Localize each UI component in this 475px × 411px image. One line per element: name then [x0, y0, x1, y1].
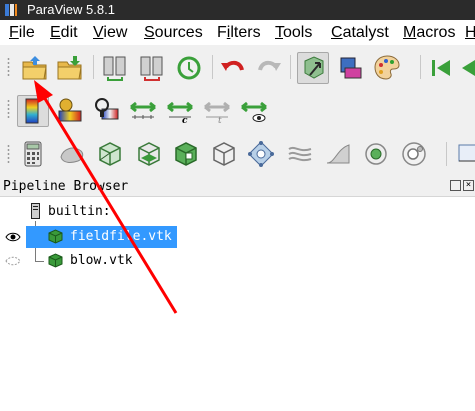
toolbar-grip[interactable] — [6, 144, 11, 164]
previous-frame-icon[interactable] — [458, 53, 475, 83]
menu-tools[interactable]: Tools — [275, 20, 312, 45]
window-title: ParaView 5.8.1 — [27, 2, 115, 17]
rescale-visible-data-icon[interactable] — [239, 95, 269, 125]
stream-tracer-icon[interactable] — [285, 139, 315, 169]
glyph-icon[interactable] — [246, 139, 276, 169]
warp-by-vector-icon[interactable] — [323, 139, 353, 169]
tree-item-label: blow.vtk — [70, 253, 133, 268]
chart-icon[interactable] — [455, 139, 475, 169]
pipeline-browser-header: Pipeline Browser × — [0, 177, 475, 197]
menu-macros[interactable]: Macros — [403, 20, 455, 45]
select-cells-icon[interactable] — [336, 53, 366, 83]
save-data-icon[interactable] — [55, 53, 85, 83]
menu-catalyst[interactable]: Catalyst — [331, 20, 389, 45]
menu-help[interactable]: H — [465, 20, 475, 45]
calculator-icon[interactable] — [18, 139, 48, 169]
eye-hidden-icon[interactable] — [5, 255, 21, 267]
eye-visible-icon[interactable] — [5, 231, 21, 243]
edit-color-map-icon[interactable] — [55, 95, 85, 125]
title-bar: ParaView 5.8.1 — [0, 0, 475, 20]
disconnect-icon[interactable] — [137, 53, 167, 83]
tree-item-blow[interactable]: blow.vtk — [0, 250, 475, 272]
color-toolbar: c t group — [0, 89, 475, 212]
cube-icon — [48, 229, 63, 244]
tree-item-label: builtin: — [48, 204, 111, 219]
svg-text:c: c — [182, 116, 188, 125]
auto-apply-icon[interactable] — [174, 53, 204, 83]
tree-item-label: fieldfile.vtk — [70, 229, 172, 244]
rescale-custom-range-icon[interactable] — [128, 95, 158, 125]
close-icon[interactable]: × — [463, 180, 474, 191]
first-frame-icon[interactable] — [426, 53, 456, 83]
extract-subset-icon[interactable] — [209, 139, 239, 169]
toolbar-separator — [290, 55, 291, 79]
open-icon[interactable] — [20, 53, 50, 83]
menu-edit[interactable]: Edit — [50, 20, 78, 45]
main-controls-toolbar — [0, 45, 475, 89]
menu-bar: File Edit View Sources Filters Tools Cat… — [0, 20, 475, 45]
float-panel-icon[interactable] — [450, 180, 461, 191]
panel-title: Pipeline Browser — [3, 179, 129, 194]
threshold-icon[interactable] — [171, 139, 201, 169]
toggle-color-legend-icon[interactable] — [17, 95, 49, 127]
tree-item-fieldfile[interactable]: fieldfile.vtk — [0, 226, 475, 248]
tree-item-builtin[interactable]: builtin: — [0, 201, 475, 223]
toolbar-separator — [420, 55, 421, 79]
clip-icon[interactable] — [95, 139, 125, 169]
undo-icon[interactable] — [218, 53, 248, 83]
toolbar-grip[interactable] — [6, 57, 11, 77]
menu-sources[interactable]: Sources — [144, 20, 203, 45]
group-datasets-icon[interactable] — [361, 139, 391, 169]
toolbar-separator — [93, 55, 94, 79]
svg-text:t: t — [218, 116, 222, 125]
common-filters-toolbar — [0, 131, 475, 177]
connect-icon[interactable] — [100, 53, 130, 83]
extract-level-icon[interactable] — [399, 139, 429, 169]
toolbar-separator — [212, 55, 213, 79]
color-palette-icon[interactable] — [372, 53, 402, 83]
interact-icon[interactable] — [297, 52, 329, 84]
reset-range-icon[interactable] — [92, 95, 122, 125]
contour-icon[interactable] — [57, 139, 87, 169]
menu-filters[interactable]: Filters — [217, 20, 261, 45]
server-icon — [31, 203, 40, 219]
rescale-temporal-range-icon[interactable]: c — [165, 95, 195, 125]
menu-file[interactable]: File — [9, 20, 35, 45]
pipeline-tree: builtin: fieldfile.vtk blow.vtk — [0, 197, 475, 411]
paraview-logo-icon — [5, 4, 17, 16]
toolbar-grip[interactable] — [6, 99, 11, 119]
toolbar-separator — [446, 142, 447, 166]
redo-icon[interactable] — [254, 53, 284, 83]
menu-view[interactable]: View — [93, 20, 127, 45]
rescale-visible-range-icon[interactable]: t — [202, 95, 232, 125]
slice-icon[interactable] — [134, 139, 164, 169]
cube-icon — [48, 253, 63, 268]
